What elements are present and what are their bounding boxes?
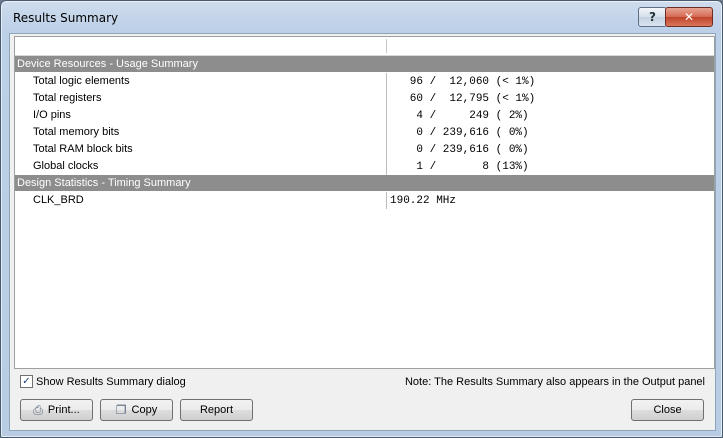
- copy-button[interactable]: ❐ Copy: [100, 399, 173, 421]
- row-label: Global clocks: [33, 160, 99, 172]
- row-label: I/O pins: [33, 109, 71, 121]
- row-value: 0 / 239,616 ( 0%): [390, 144, 529, 156]
- show-dialog-option[interactable]: ✓ Show Results Summary dialog: [20, 375, 186, 388]
- close-button[interactable]: Close: [631, 399, 704, 421]
- title-bar: Results Summary ? ✕: [1, 1, 722, 33]
- row-value: 60 / 12,795 (< 1%): [390, 93, 536, 105]
- copy-button-label: Copy: [131, 404, 158, 416]
- show-dialog-label[interactable]: Show Results Summary dialog: [36, 376, 186, 388]
- column-divider[interactable]: [386, 39, 387, 53]
- row-value: 0 / 239,616 ( 0%): [390, 127, 529, 139]
- section-header-timing-summary: Design Statistics - Timing Summary: [15, 175, 714, 191]
- window-close-button[interactable]: ✕: [665, 7, 713, 27]
- results-grid: Device Resources - Usage Summary Total l…: [14, 36, 715, 369]
- table-row: CLK_BRD 190.22 MHz: [15, 192, 714, 209]
- row-value: 1 / 8 (13%): [390, 161, 529, 173]
- checkmark-icon: ✓: [22, 375, 31, 387]
- table-row: Total registers 60 / 12,795 (< 1%): [15, 90, 714, 107]
- table-row: Total RAM block bits 0 / 239,616 ( 0%): [15, 141, 714, 158]
- table-row: I/O pins 4 / 249 ( 2%): [15, 107, 714, 124]
- print-button-label: Print...: [47, 404, 80, 416]
- copy-icon: ❐: [115, 403, 127, 417]
- printer-icon: ⎙: [33, 402, 43, 417]
- close-icon: ✕: [683, 10, 695, 24]
- table-row: Global clocks 1 / 8 (13%): [15, 158, 714, 175]
- row-label: Total memory bits: [33, 126, 120, 138]
- row-label: Total logic elements: [33, 75, 130, 87]
- print-button[interactable]: ⎙ Print...: [20, 399, 93, 421]
- show-dialog-checkbox[interactable]: ✓: [20, 375, 33, 388]
- dialog-title: Results Summary: [13, 11, 119, 25]
- row-value: 96 / 12,060 (< 1%): [390, 76, 536, 88]
- section-header-device-resources: Device Resources - Usage Summary: [15, 56, 714, 72]
- row-value: 4 / 249 ( 2%): [390, 110, 529, 122]
- row-value: 190.22 MHz: [390, 195, 457, 207]
- table-row: Total logic elements 96 / 12,060 (< 1%): [15, 73, 714, 90]
- output-panel-note: Note: The Results Summary also appears i…: [404, 376, 705, 388]
- help-button[interactable]: ?: [638, 7, 667, 27]
- grid-column-header: [15, 37, 714, 56]
- table-row: Total memory bits 0 / 239,616 ( 0%): [15, 124, 714, 141]
- results-summary-dialog: Results Summary ? ✕ Device Resources - U…: [0, 0, 723, 438]
- help-icon: ?: [649, 10, 656, 24]
- section-title: Device Resources - Usage Summary: [17, 58, 198, 70]
- row-label: Total RAM block bits: [33, 143, 133, 155]
- close-button-label: Close: [653, 404, 682, 416]
- report-button-label: Report: [199, 404, 234, 416]
- section-title: Design Statistics - Timing Summary: [17, 177, 191, 189]
- dialog-client-area: Device Resources - Usage Summary Total l…: [9, 33, 716, 431]
- row-label: Total registers: [33, 92, 102, 104]
- report-button[interactable]: Report: [180, 399, 253, 421]
- row-label: CLK_BRD: [33, 194, 84, 206]
